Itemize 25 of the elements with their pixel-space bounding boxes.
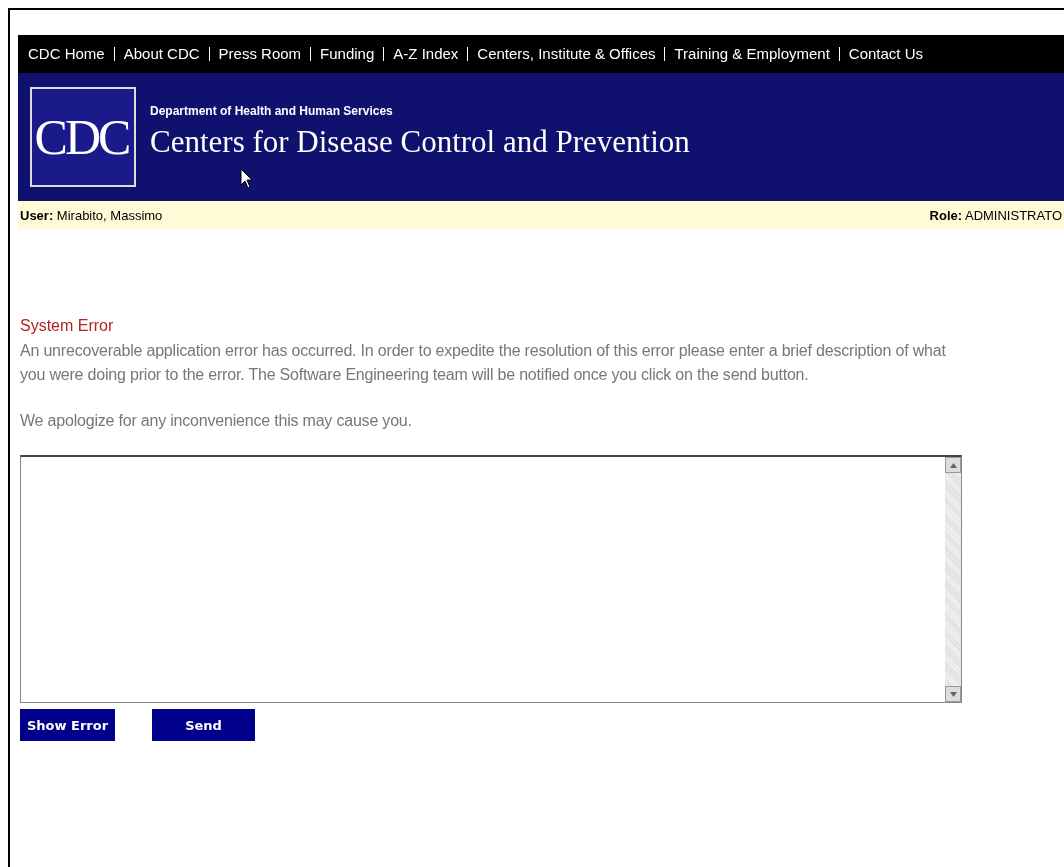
scroll-down-button[interactable] bbox=[945, 686, 961, 702]
nav-link[interactable]: About CDC bbox=[113, 47, 209, 61]
error-heading: System Error bbox=[20, 317, 115, 335]
nav-link[interactable]: A-Z Index bbox=[383, 47, 468, 61]
nav-link[interactable]: Centers, Institute & Offices bbox=[467, 47, 665, 61]
scroll-up-button[interactable] bbox=[945, 457, 961, 473]
role-info: Role: ADMINISTRATO bbox=[929, 207, 1062, 223]
down-arrow-icon bbox=[949, 691, 957, 697]
description-field[interactable] bbox=[20, 455, 962, 703]
nav-link[interactable]: Press Room bbox=[208, 47, 311, 61]
nav-link[interactable]: Training & Employment bbox=[664, 47, 839, 61]
department-name: Department of Health and Human Services bbox=[150, 104, 394, 118]
send-button[interactable]: Send bbox=[152, 709, 255, 741]
show-error-button[interactable]: Show Error bbox=[20, 709, 115, 741]
up-arrow-icon bbox=[949, 462, 957, 468]
apology-text: We apologize for any inconvenience this may cause you. bbox=[20, 411, 413, 431]
scrollbar[interactable] bbox=[945, 457, 961, 702]
logo: CDC bbox=[30, 87, 136, 187]
user-info: User: Mirabito, Massimo bbox=[20, 207, 163, 223]
site-title: Centers for Disease Control and Prevention bbox=[150, 124, 690, 160]
error-message: An unrecoverable application error has occurred. In order to expedite the resolution of this error please enter a brief description of what you were doing prior to the error. The Software Engineering team will be notified once you click on the send button. bbox=[20, 341, 947, 385]
nav-link[interactable]: CDC Home bbox=[18, 47, 114, 61]
nav-link[interactable]: Contact Us bbox=[838, 47, 933, 61]
nav-link[interactable]: Funding bbox=[310, 47, 384, 61]
mouse-pointer-icon bbox=[240, 168, 254, 190]
